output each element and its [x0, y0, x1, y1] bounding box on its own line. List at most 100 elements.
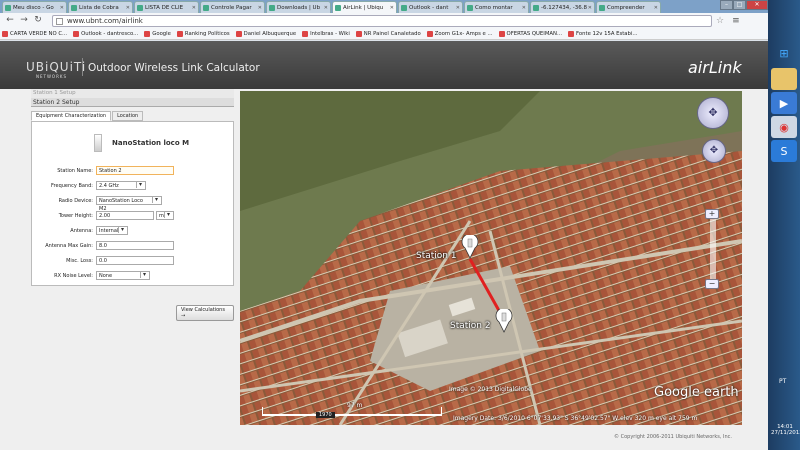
- close-tab-icon[interactable]: ✕: [324, 5, 328, 11]
- station2-label: Station 2: [450, 321, 491, 331]
- maximize-icon[interactable]: □: [733, 0, 746, 10]
- reload-icon[interactable]: ↻: [32, 15, 44, 27]
- browser-tab[interactable]: Lista de Cobra ✕: [68, 1, 133, 13]
- close-tab-icon[interactable]: ✕: [390, 5, 394, 11]
- bookmarks-bar: CARTA VERDE NO C... Outlook - dantresco.…: [0, 29, 768, 40]
- rx-noise-select[interactable]: None: [96, 271, 150, 280]
- station2-setup-header[interactable]: Station 2 Setup: [31, 98, 234, 107]
- browser-tab[interactable]: Controle Pagar ✕: [200, 1, 265, 13]
- bookmark-item[interactable]: Fonte 12v 15A Estabi...: [568, 31, 637, 37]
- tab-favicon-icon: [599, 4, 605, 11]
- copyright-text: © Copyright 2006-2011 Ubiquiti Networks,…: [614, 434, 732, 440]
- airlink-logo: airLink: [688, 58, 742, 77]
- row-misc-loss: Misc. Loss: 0.0: [32, 255, 232, 266]
- ubiquiti-logo[interactable]: UBiQUiTi NETWORKS: [26, 60, 86, 79]
- bookmark-item[interactable]: OFERTAS QUEIMAN...: [498, 31, 562, 37]
- antenna-gain-input[interactable]: 8.0: [96, 241, 174, 250]
- chrome-icon[interactable]: ◉: [771, 116, 797, 138]
- browser-tab[interactable]: Outlook - dant ✕: [398, 1, 463, 13]
- tab-strip: Meu disco - Go ✕ Lista de Cobra ✕ LISTA DE…: [0, 0, 768, 13]
- close-tab-icon[interactable]: ✕: [522, 5, 526, 11]
- start-button-icon[interactable]: ⊞: [771, 42, 797, 64]
- minimize-icon[interactable]: –: [720, 0, 733, 10]
- close-tab-icon[interactable]: ✕: [456, 5, 460, 11]
- zoom-in-icon[interactable]: +: [705, 209, 719, 219]
- bookmark-item[interactable]: Google: [144, 31, 171, 37]
- bookmark-icon: [302, 31, 309, 37]
- bookmark-item[interactable]: NR Painel Canaletado: [355, 31, 421, 37]
- height-unit-select[interactable]: m: [156, 211, 174, 220]
- zoom-out-icon[interactable]: −: [705, 279, 719, 289]
- station-name-input[interactable]: Station 2: [96, 166, 174, 175]
- row-frequency: Frequency Band: 2.4 GHz: [32, 180, 232, 191]
- browser-tab[interactable]: Como montar ✕: [464, 1, 529, 13]
- bookmark-icon: [144, 31, 151, 37]
- back-icon[interactable]: ←: [4, 15, 16, 27]
- tab-favicon-icon: [71, 4, 77, 11]
- tab-equipment[interactable]: Equipment Characterization: [31, 111, 112, 121]
- pan-control-icon[interactable]: ✥: [702, 139, 726, 163]
- image-credit: Image © 2013 DigitalGlobe: [449, 386, 532, 393]
- bookmark-icon: [568, 31, 575, 37]
- view-calculations-button[interactable]: View Calculations →: [176, 305, 234, 321]
- browser-tab[interactable]: Meu disco - Go ✕: [2, 1, 67, 13]
- page-title: Outdoor Wireless Link Calculator: [88, 62, 260, 74]
- system-clock[interactable]: 14:01 27/11/2013: [771, 424, 800, 436]
- satellite-map[interactable]: Station 1 Station 2 ✥ ✥ + − Image © 2013…: [240, 91, 742, 425]
- row-radio: Radio Device: NanoStation Loco M2: [32, 195, 232, 212]
- close-tab-icon[interactable]: ✕: [258, 5, 262, 11]
- close-tab-icon[interactable]: ✕: [588, 5, 592, 11]
- tab-location[interactable]: Location: [112, 111, 144, 121]
- antenna-select[interactable]: Internal: [96, 226, 128, 235]
- close-tab-icon[interactable]: ✕: [126, 5, 130, 11]
- browser-tab[interactable]: Downloads | Ub ✕: [266, 1, 331, 13]
- media-player-icon[interactable]: ▶: [771, 92, 797, 114]
- language-indicator[interactable]: PT: [779, 378, 786, 385]
- bookmark-item[interactable]: Ranking Políticos: [176, 31, 230, 37]
- historical-year-badge[interactable]: 1970: [316, 412, 335, 418]
- browser-toolbar: ← → ↻ www.ubnt.com/airlink ☆ ≡: [0, 13, 768, 29]
- tab-favicon-icon: [137, 4, 143, 11]
- frequency-band-select[interactable]: 2.4 GHz: [96, 181, 146, 190]
- bookmark-item[interactable]: Zoom G1x- Amps e ...: [426, 31, 493, 37]
- station2-marker-icon[interactable]: [495, 309, 513, 333]
- setup-tabs: Equipment Characterization Location: [31, 111, 234, 121]
- bookmark-icon: [73, 31, 80, 37]
- skype-icon[interactable]: S: [771, 140, 797, 162]
- device-image: [94, 134, 102, 152]
- browser-tab[interactable]: -6.127434, -36.8 ✕: [530, 1, 595, 13]
- bookmark-item[interactable]: Outlook - dantresco...: [73, 31, 138, 37]
- radio-device-select[interactable]: NanoStation Loco M2: [96, 196, 162, 212]
- row-tower-height: Tower Height: 2.00 m: [32, 210, 232, 221]
- navigation-compass-icon[interactable]: ✥: [697, 97, 729, 129]
- bookmark-star-icon[interactable]: ☆: [716, 16, 724, 26]
- bookmark-item[interactable]: Daniel Albuquerque: [235, 31, 296, 37]
- bookmark-icon: [235, 31, 242, 37]
- google-earth-logo: Google earth: [654, 385, 739, 400]
- web-page: UBiQUiTi NETWORKS Outdoor Wireless Link C…: [0, 41, 768, 450]
- tab-favicon-icon: [335, 4, 341, 11]
- device-name: NanoStation loco M: [112, 139, 190, 147]
- browser-window: Meu disco - Go ✕ Lista de Cobra ✕ LISTA DE…: [0, 0, 768, 450]
- bookmark-item[interactable]: CARTA VERDE NO C...: [2, 31, 67, 37]
- forward-icon[interactable]: →: [18, 15, 30, 27]
- menu-icon[interactable]: ≡: [732, 16, 740, 26]
- misc-loss-input[interactable]: 0.0: [96, 256, 174, 265]
- browser-tab-active[interactable]: AirLink | Ubiqu ✕: [332, 1, 397, 13]
- station1-marker-icon[interactable]: [461, 235, 479, 259]
- close-tab-icon[interactable]: ✕: [60, 5, 64, 11]
- browser-tab[interactable]: Compreender ✕: [596, 1, 661, 13]
- file-explorer-icon[interactable]: [771, 68, 797, 90]
- bookmark-item[interactable]: Intelbras - Wiki: [302, 31, 350, 37]
- windows-taskbar: ⊞ ▶ ◉ S PT 14:01 27/11/2013: [768, 0, 800, 450]
- browser-tab[interactable]: LISTA DE CLIE ✕: [134, 1, 199, 13]
- zoom-slider[interactable]: [710, 217, 716, 283]
- close-tab-icon[interactable]: ✕: [654, 5, 658, 11]
- tab-favicon-icon: [401, 4, 407, 11]
- station1-setup-header[interactable]: Station 1 Setup: [31, 89, 234, 98]
- close-tab-icon[interactable]: ✕: [192, 5, 196, 11]
- tower-height-input[interactable]: 2.00: [96, 211, 154, 220]
- close-window-icon[interactable]: ✕: [746, 0, 768, 10]
- row-station-name: Station Name: Station 2: [32, 165, 232, 176]
- address-bar[interactable]: www.ubnt.com/airlink: [52, 15, 712, 27]
